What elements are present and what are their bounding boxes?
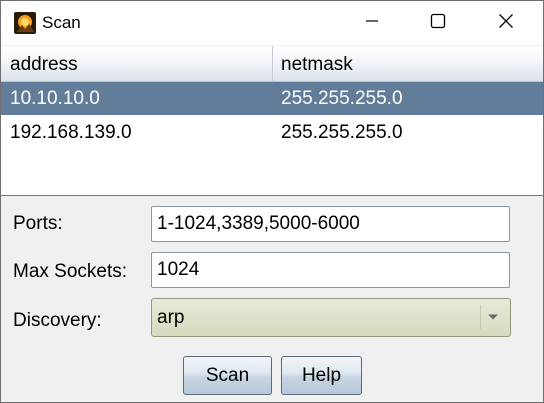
chevron-down-icon[interactable] — [480, 305, 505, 329]
cell-netmask: 255.255.255.0 — [281, 122, 403, 143]
network-table[interactable]: address netmask 10.10.10.0 255.255.255.0… — [1, 46, 543, 196]
cell-address: 10.10.10.0 — [10, 88, 100, 109]
column-header-address[interactable]: address — [1, 46, 273, 82]
table-header: address netmask — [1, 46, 543, 82]
discovery-label: Discovery: — [13, 310, 102, 331]
max-sockets-label: Max Sockets: — [13, 261, 128, 282]
discovery-value: arp — [157, 307, 185, 328]
close-icon — [498, 13, 514, 34]
minimize-icon — [364, 13, 380, 34]
scan-window: Scan address netmask 10.10.10.0 255.255.… — [0, 0, 544, 403]
ports-input[interactable] — [151, 206, 510, 242]
ports-label: Ports: — [13, 213, 63, 234]
title-bar[interactable]: Scan — [1, 1, 543, 45]
minimize-button[interactable] — [349, 1, 395, 45]
window-title: Scan — [42, 13, 81, 32]
maximize-icon — [430, 13, 446, 34]
close-button[interactable] — [483, 1, 529, 45]
discovery-select[interactable]: arp — [151, 298, 511, 337]
cell-netmask: 255.255.255.0 — [281, 88, 403, 109]
table-row[interactable]: 192.168.139.0 255.255.255.0 — [1, 116, 543, 149]
table-row[interactable]: 10.10.10.0 255.255.255.0 — [1, 82, 543, 115]
maximize-button[interactable] — [415, 1, 461, 45]
help-button[interactable]: Help — [281, 356, 362, 395]
scan-button[interactable]: Scan — [183, 356, 272, 395]
max-sockets-input[interactable] — [151, 252, 510, 288]
app-icon — [14, 12, 36, 34]
column-header-netmask[interactable]: netmask — [273, 46, 543, 82]
cell-address: 192.168.139.0 — [10, 122, 132, 143]
